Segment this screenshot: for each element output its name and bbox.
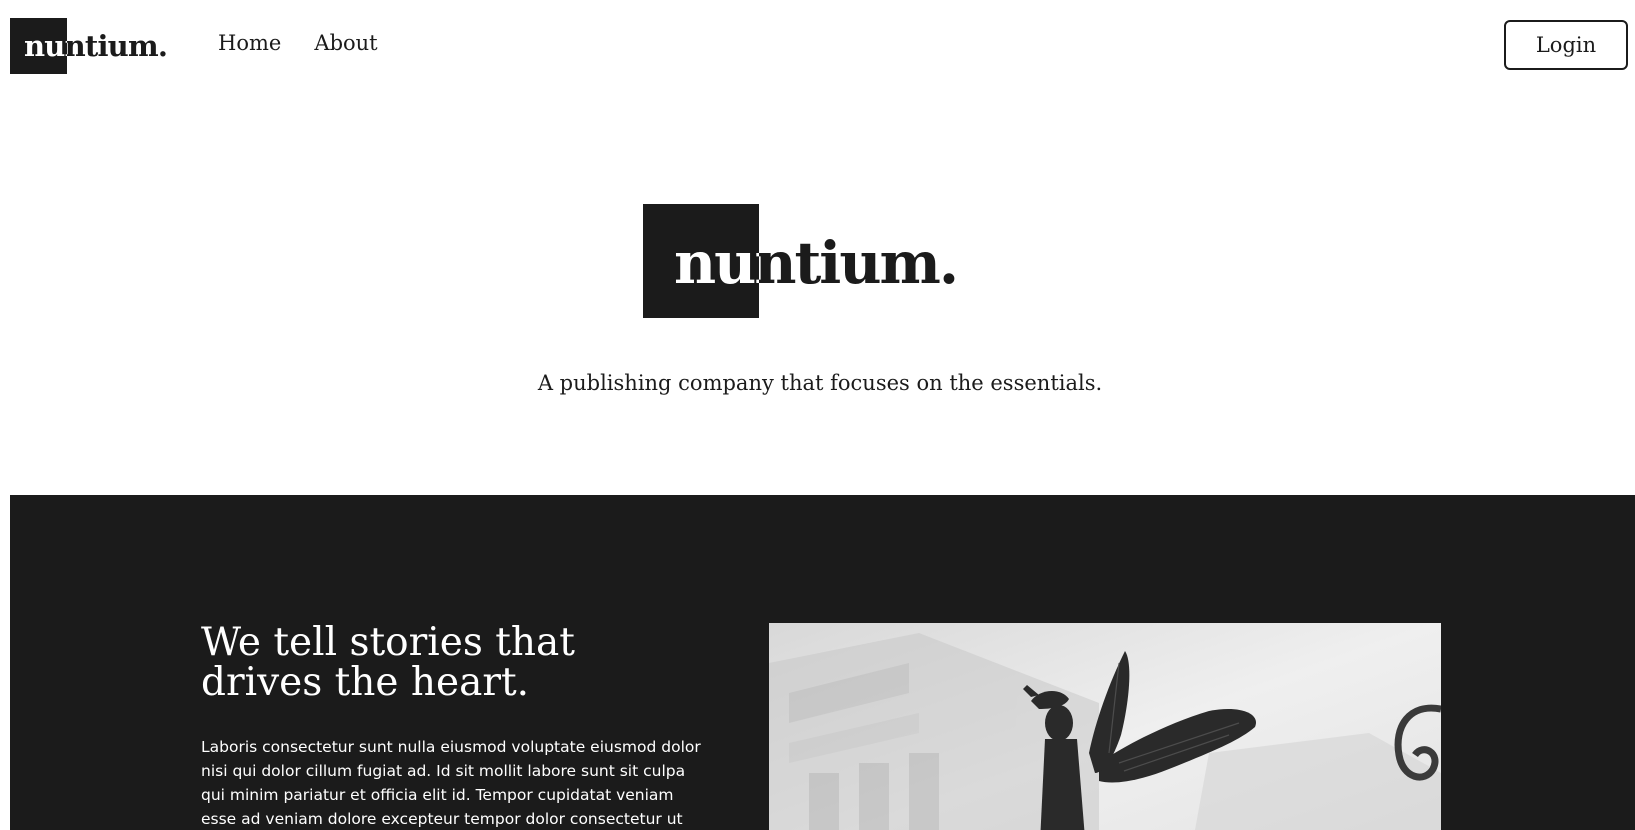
hero-logo: nuntium. nuntium. [643,204,983,318]
login-button[interactable]: Login [1504,20,1628,70]
angel-statue-illustration [769,623,1441,830]
site-header: nuntium. nuntium. Home About Login [0,0,1635,92]
nav-home-link[interactable]: Home [218,31,281,55]
site-logo[interactable]: nuntium. nuntium. [10,18,180,74]
page: nuntium. nuntium. Home About Login nunti… [0,0,1635,830]
main-nav: Home About [218,31,406,55]
hero-tagline: A publishing company that focuses on the… [537,371,1103,395]
nav-about-link[interactable]: About [314,31,377,55]
story-title: We tell stories that drives the heart. [201,620,575,705]
story-section: We tell stories that drives the heart. L… [10,495,1635,830]
story-body: Laboris consectetur sunt nulla eiusmod v… [201,738,701,828]
angel-statue-image [769,623,1441,830]
